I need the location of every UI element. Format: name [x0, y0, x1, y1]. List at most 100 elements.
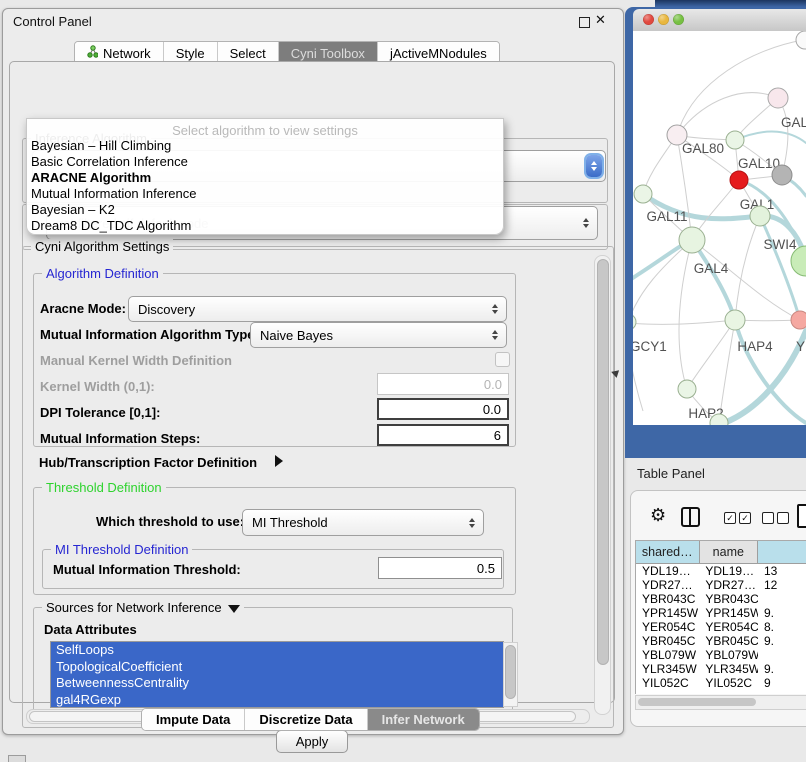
algorithm-option[interactable]: Basic Correlation Inference	[31, 154, 499, 170]
network-node-gal1[interactable]	[730, 171, 748, 189]
table-cell: 12	[758, 578, 806, 592]
algorithm-option[interactable]: Bayesian – K2	[31, 202, 499, 218]
algorithm-option[interactable]: Dream8 DC_TDC Algorithm	[31, 218, 499, 234]
control-panel-window: Control Panel ✕ NetworkStyleSelectCyni T…	[2, 8, 624, 735]
network-node-gal11[interactable]	[634, 185, 652, 203]
unchecked-box-icon[interactable]	[762, 512, 774, 524]
bottom-tab-discretize-data[interactable]: Discretize Data	[245, 709, 367, 730]
sources-title[interactable]: Sources for Network Inference	[42, 600, 244, 615]
network-node-gal[interactable]	[768, 88, 788, 108]
aracne-mode-combo[interactable]: Discovery	[128, 296, 507, 322]
dpi-tolerance-field[interactable]: 0.0	[377, 398, 509, 420]
algorithm-option[interactable]: ARACNE Algorithm	[31, 170, 499, 186]
combo-stepper-icon[interactable]	[465, 515, 478, 531]
mi-steps-field[interactable]: 6	[377, 424, 509, 446]
column-header[interactable]	[758, 541, 806, 563]
table-cell: YDL19…	[636, 564, 699, 578]
table-row[interactable]: YDL19…YDL19…13	[636, 564, 806, 578]
kernel-width-field[interactable]: 0.0	[377, 373, 509, 395]
table-horizontal-scrollbar[interactable]	[635, 695, 806, 710]
table-row[interactable]: YER054CYER054C8.	[636, 620, 806, 634]
table-row[interactable]: YBR045CYBR045C9.	[636, 634, 806, 648]
attribute-item[interactable]: gal4RGexp	[51, 692, 503, 709]
table-cell: YBL079W	[699, 648, 758, 662]
list-scrollbar[interactable]	[503, 642, 518, 707]
combo-stepper-icon[interactable]	[579, 215, 592, 231]
table-cell: YER054C	[636, 620, 699, 634]
data-attributes-list[interactable]: SelfLoopsTopologicalCoefficientBetweenne…	[50, 641, 504, 708]
network-node[interactable]	[796, 31, 806, 49]
table-row[interactable]: YDR27…YDR27…12	[636, 578, 806, 592]
network-node[interactable]	[772, 165, 792, 185]
expand-arrow-icon[interactable]	[275, 455, 283, 467]
network-node-gcy1[interactable]	[633, 314, 636, 330]
attribute-item[interactable]: SelfLoops	[51, 642, 503, 659]
apply-button[interactable]: Apply	[276, 730, 348, 753]
cyni-toolbox-panel: Inference Algorithm gal-filtered.sif def…	[9, 61, 615, 703]
minimize-light[interactable]	[658, 14, 669, 25]
network-node-hap2[interactable]	[678, 380, 696, 398]
mi-threshold-group-title: MI Threshold Definition	[51, 542, 192, 557]
dpi-tolerance-label: DPI Tolerance [0,1]:	[40, 405, 160, 420]
mi-threshold-field[interactable]: 0.5	[378, 557, 502, 579]
column-header[interactable]: shared…	[636, 541, 700, 563]
algorithm-option[interactable]: Bayesian – Hill Climbing	[31, 138, 499, 154]
network-node-hap4[interactable]	[725, 310, 745, 330]
threshold-definition-group: Threshold Definition Which threshold to …	[33, 487, 516, 595]
network-node-gal10[interactable]	[726, 131, 744, 149]
mi-threshold-label: Mutual Information Threshold:	[53, 562, 241, 577]
table-row[interactable]: YPR145WYPR145W9.	[636, 606, 806, 620]
manual-kernel-checkbox[interactable]	[495, 352, 510, 367]
combo-stepper-icon[interactable]	[488, 327, 501, 343]
table-row[interactable]: YLR345WYLR345W9.	[636, 662, 806, 676]
split-columns-icon[interactable]	[681, 507, 700, 527]
collapse-arrow-icon[interactable]	[228, 605, 240, 613]
table-row[interactable]: YBR043CYBR043C	[636, 592, 806, 606]
mi-type-combo[interactable]: Naive Bayes	[250, 322, 507, 348]
bottom-tabbar: Impute DataDiscretize DataInfer Network	[141, 708, 480, 731]
table-cell: YBR045C	[636, 634, 699, 648]
settings-vertical-scrollbar[interactable]	[594, 255, 611, 715]
mi-type-label: Mutual Information Algorithm Type:	[40, 327, 259, 342]
table-panel-title: Table Panel	[637, 466, 705, 481]
bottom-tab-infer-network[interactable]: Infer Network	[368, 709, 479, 730]
node-table[interactable]: shared…name YDL19…YDL19…13YDR27…YDR27…12…	[635, 540, 806, 694]
table-cell: 8.	[758, 620, 806, 634]
attribute-item[interactable]: TopologicalCoefficient	[51, 659, 503, 676]
network-nodes[interactable]: GALGAL80GAL10GAL1GAL11SWI4GAL4GCY1HAP4YH…	[633, 31, 806, 425]
table-row[interactable]: YIL052CYIL052C9	[636, 676, 806, 690]
table-cell: YBR043C	[699, 592, 758, 606]
network-node-gal4[interactable]	[679, 227, 705, 253]
table-row[interactable]: YBL079WYBL079W	[636, 648, 806, 662]
network-node-swi4[interactable]	[750, 206, 770, 226]
desktop: Control Panel ✕ NetworkStyleSelectCyni T…	[0, 0, 806, 762]
which-threshold-combo[interactable]: MI Threshold	[242, 509, 484, 536]
dock-button[interactable]	[8, 755, 26, 762]
hub-definition-label[interactable]: Hub/Transcription Factor Definition	[39, 455, 257, 470]
combo-stepper-icon[interactable]	[586, 155, 602, 177]
table-cell: YIL052C	[636, 676, 699, 690]
network-view-canvas[interactable]: GALGAL80GAL10GAL1GAL11SWI4GAL4GCY1HAP4YH…	[633, 31, 806, 425]
algorithm-option[interactable]: Mutual Information Inference	[31, 186, 499, 202]
table-cell: 9	[758, 676, 806, 690]
unchecked-box-icon[interactable]	[777, 512, 789, 524]
zoom-light[interactable]	[673, 14, 684, 25]
table-cell: YLR345W	[636, 662, 699, 676]
close-light[interactable]	[643, 14, 654, 25]
window-restore-icon[interactable]	[579, 17, 590, 28]
column-header[interactable]: name	[700, 541, 759, 563]
attribute-item[interactable]: BetweennessCentrality	[51, 675, 503, 692]
gear-icon[interactable]: ⚙	[650, 505, 666, 526]
table-cell: 9.	[758, 606, 806, 620]
network-window-titlebar[interactable]	[633, 9, 806, 32]
checked-box-icon[interactable]: ✓	[724, 512, 736, 524]
aracne-mode-value: Discovery	[129, 302, 195, 317]
checked-box-icon[interactable]: ✓	[739, 512, 751, 524]
combo-stepper-icon[interactable]	[488, 301, 501, 317]
network-node-y[interactable]	[791, 311, 806, 329]
bottom-tab-impute-data[interactable]: Impute Data	[142, 709, 245, 730]
window-close-icon[interactable]: ✕	[595, 12, 606, 28]
node-label: GAL80	[682, 141, 724, 156]
algorithm-list: Bayesian – Hill ClimbingBasic Correlatio…	[31, 138, 499, 234]
new-table-icon[interactable]	[797, 504, 806, 528]
